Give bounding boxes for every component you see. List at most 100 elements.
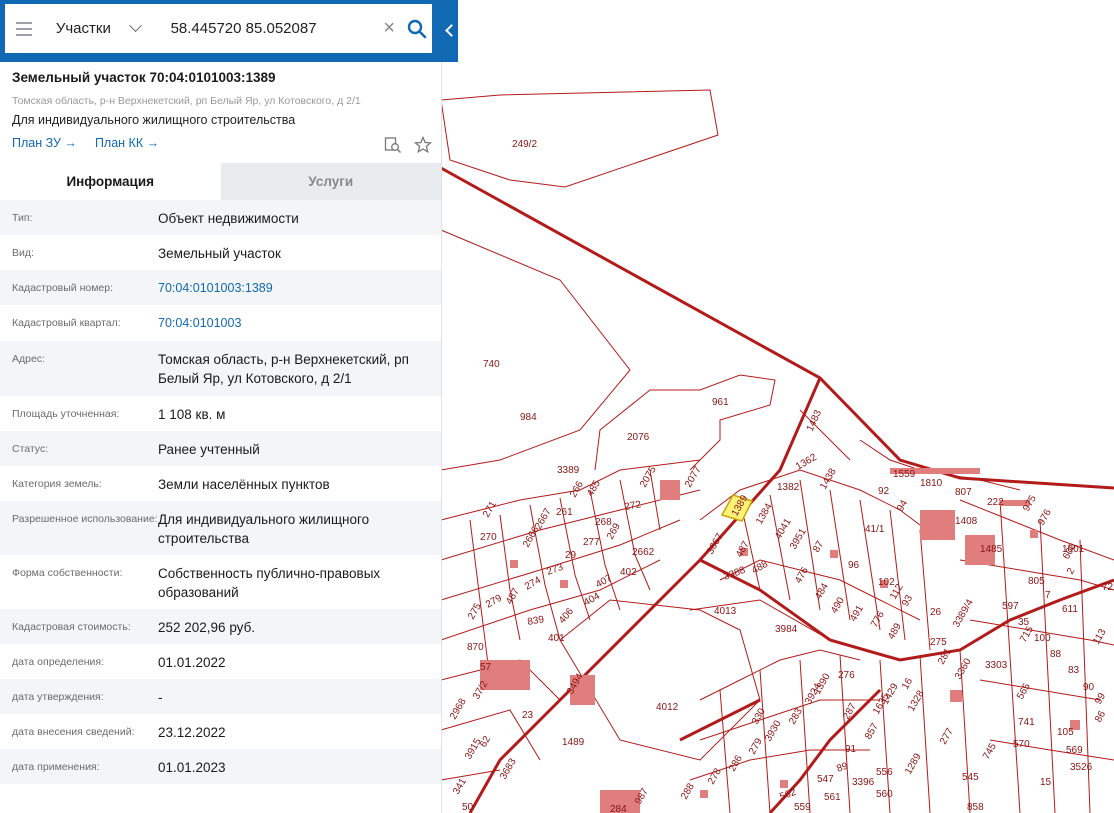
parcel-label: 57 [480,662,492,673]
parcel-label: 90 [1083,682,1095,693]
zoom-to-icon[interactable] [384,136,402,154]
parcel-label: 1408 [955,516,978,527]
search-icon[interactable] [403,14,432,44]
parcel-label: 50 [462,802,474,813]
parcel-label: 569 [1066,745,1083,756]
parcel-label: 547 [817,774,834,785]
parcel-label: 7 [1045,590,1051,601]
row-value-link[interactable]: 70:04:0101003:1389 [158,270,429,305]
table-row: дата применения: 01.01.2023 [0,749,441,784]
table-row: дата внесения сведений: 23.12.2022 [0,714,441,749]
table-row: дата утверждения: - [0,679,441,714]
layer-select[interactable]: Участки [56,4,165,53]
parcel-label: 261 [556,507,573,518]
chevron-down-icon [128,19,142,33]
chevron-left-icon[interactable] [441,18,458,42]
parcel-label: 96 [848,560,860,571]
row-value: Собственность публично-правовых образова… [158,566,381,600]
parcel-label: 270 [480,532,497,543]
row-key: Кадастровый номер: [12,282,114,294]
table-row: Форма собственности: Собственность публич… [0,555,441,609]
tab-info[interactable]: Информация [0,163,221,200]
row-key: Статус: [12,443,49,455]
search-input[interactable] [168,19,368,38]
parcel-label: 277 [583,537,600,548]
table-row: Разрешенное использование: Для индивидуал… [0,501,441,555]
row-value-link[interactable]: 70:04:0101003 [158,305,429,341]
row-value: Земельный участок [158,246,281,261]
parcel-label: 275 [930,637,947,648]
row-key: дата определения: [12,656,105,668]
row-value: 01.01.2022 [158,655,226,670]
star-icon[interactable] [413,135,433,154]
row-key: Категория земель: [12,478,102,490]
parcel-label: 597 [1002,601,1019,612]
parcel-label: 284 [610,804,627,813]
plan-zu-link[interactable]: План ЗУ → [12,136,77,150]
parcel-label: 1485 [980,544,1003,555]
table-row: Кадастровая стоимость: 252 202,96 руб. [0,609,441,644]
parcel-label: 3389 [557,465,580,476]
parcel-label: 2076 [627,432,650,443]
table-row: Площадь уточненная: 1 108 кв. м [0,396,441,431]
plan-kk-link[interactable]: План КК → [95,136,159,150]
table-row: Тип: Объект недвижимости [0,200,441,235]
table-row: Кадастровый квартал: 70:04:0101003 [0,305,441,341]
row-key: дата утверждения: [12,691,104,703]
info-panel: Участки × Земельный участок 70:04:010100… [0,0,458,813]
info-table: Тип: Объект недвижимости Вид: Земельный уча… [0,200,441,784]
parcel-label: 1382 [777,482,800,493]
parcel-label: 1001 [1062,544,1085,555]
parcel-label: 560 [876,789,893,800]
parcel-label: 870 [467,642,484,653]
parcel-label: 1489 [562,737,585,748]
row-value: 01.01.2023 [158,760,226,775]
parcel-label: 92 [878,486,890,497]
parcel-label: 570 [1013,739,1030,750]
parcel-label: 561 [824,792,841,803]
row-key: дата внесения сведений: [12,726,135,738]
row-key: Площадь уточненная: [12,408,120,420]
parcel-label: 105 [1057,727,1074,738]
parcel-label: 984 [520,412,537,423]
object-address-short: Томская область, р-н Верхнекетский, рп Б… [12,95,361,107]
parcel-label: 1810 [920,478,943,489]
parcel-label: 3303 [985,660,1008,671]
parcel-label: 249/2 [512,139,537,150]
parcel-label: 545 [962,772,979,783]
row-key: Адрес: [12,353,45,365]
search-box: Участки × [5,4,432,53]
row-key: Вид: [12,247,34,259]
row-value: - [158,690,163,705]
close-icon[interactable]: × [378,17,401,41]
row-value: Для индивидуального жилищного строительс… [158,512,370,546]
parcel-label: 721 [1102,582,1114,593]
parcel-label: 83 [1068,665,1080,676]
table-row: Адрес: Томская область, р-н Верхнекетский… [0,341,441,396]
menu-icon[interactable] [5,4,44,53]
row-key: дата применения: [12,761,100,773]
layer-select-value: Участки [55,20,111,37]
row-value: 1 108 кв. м [158,407,226,422]
object-header: Земельный участок 70:04:0101003:1389 Том… [12,70,433,154]
parcel-label: 3984 [775,624,798,635]
row-value: Томская область, р-н Верхнекетский, рп Б… [158,352,409,386]
tab-services[interactable]: Услуги [220,163,441,200]
row-value: Земли населённых пунктов [158,477,330,492]
table-row: Кадастровый номер: 70:04:0101003:1389 [0,270,441,305]
row-value: Ранее учтенный [158,442,260,457]
parcel-label: 1559 [893,469,916,480]
parcel-label: 740 [483,359,500,370]
parcel-label: 858 [967,802,984,813]
parcel-label: 741 [1018,717,1035,728]
parcel-label: 401 [548,633,565,644]
row-key: Тип: [12,212,33,224]
object-title: Земельный участок 70:04:0101003:1389 [12,70,276,85]
parcel-label: 807 [955,487,972,498]
parcel-label: 805 [1028,576,1045,587]
parcel-label: 402 [620,567,637,578]
parcel-label: 276 [838,670,855,681]
parcel-label: 35 [1018,617,1030,628]
parcel-label: 41/1 [865,524,885,535]
parcel-label: 961 [712,397,729,408]
